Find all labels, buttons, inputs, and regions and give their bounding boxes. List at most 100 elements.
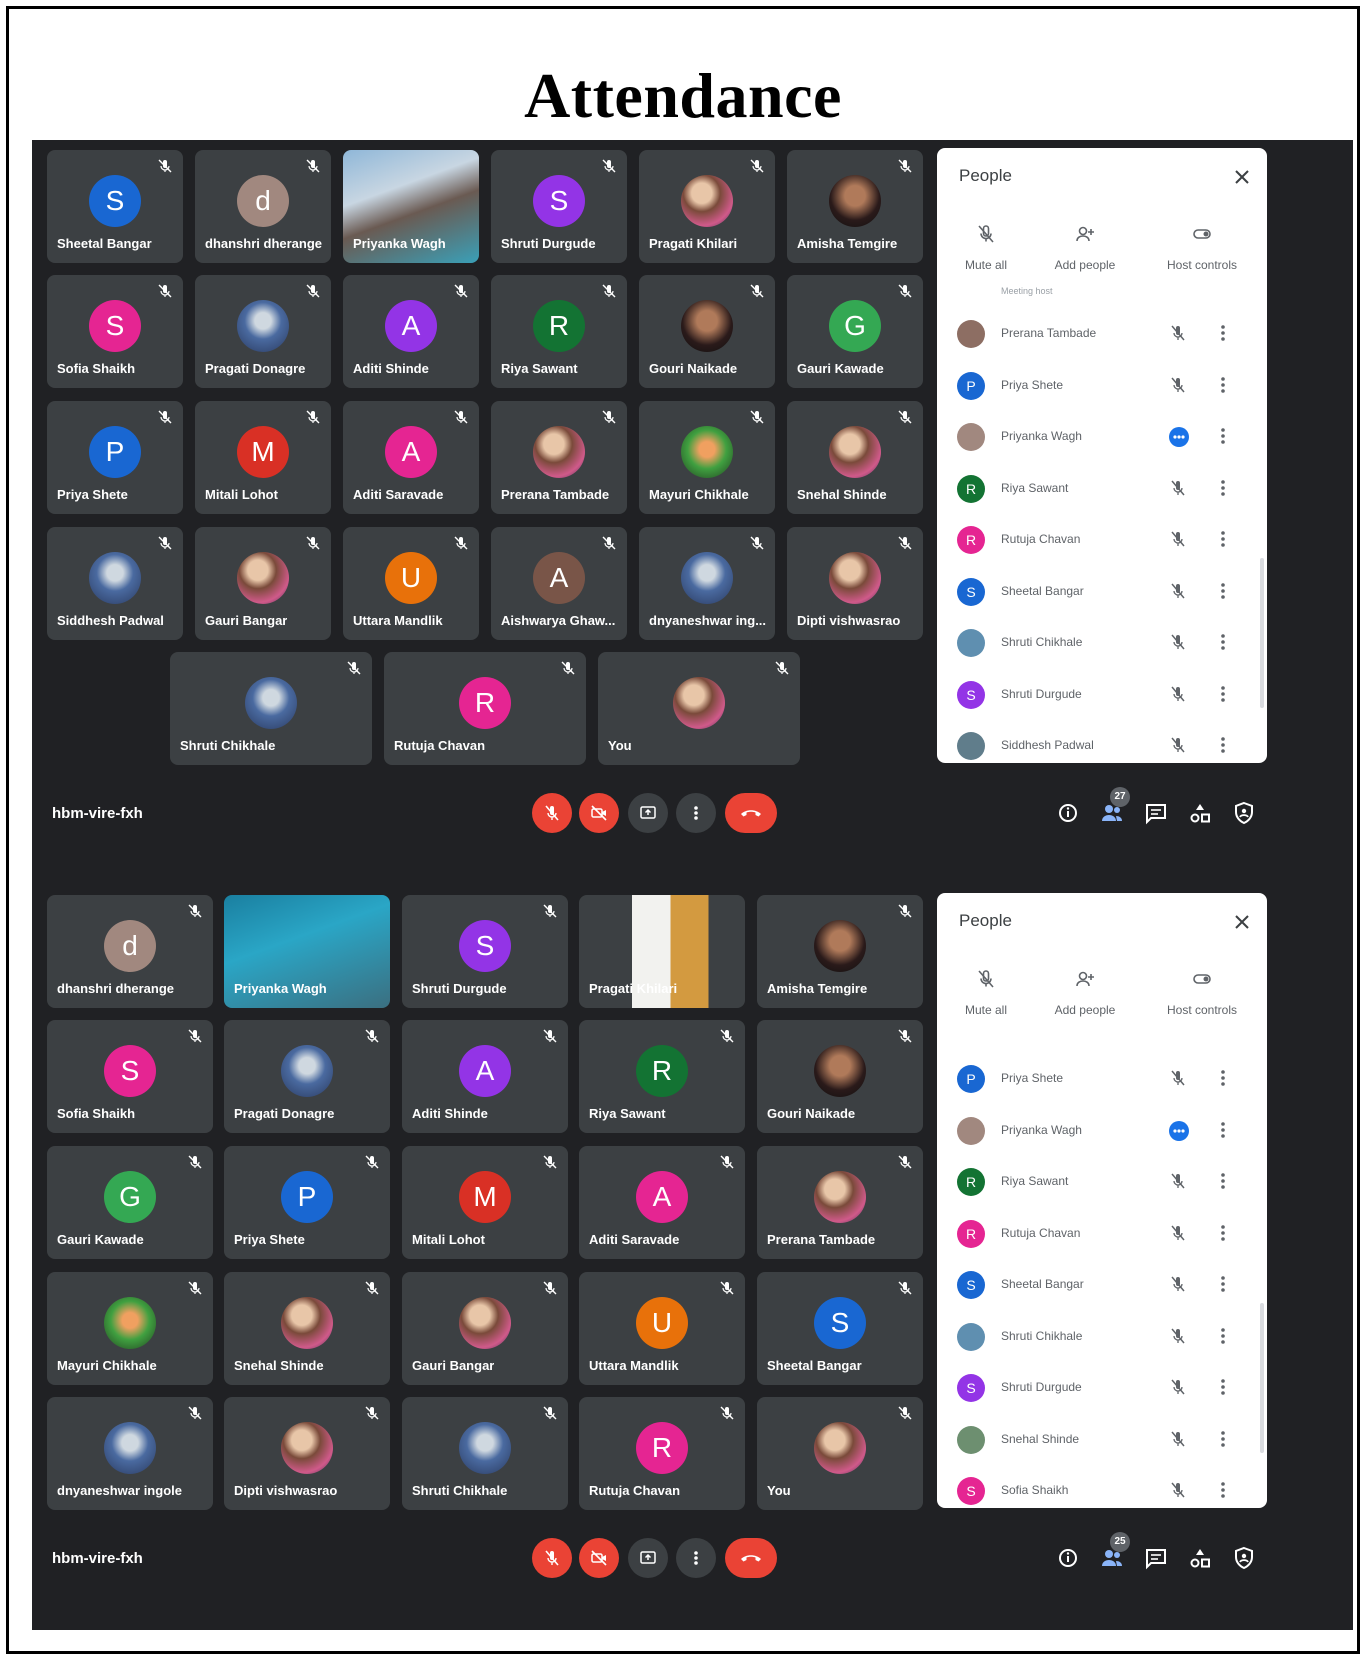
participant-tile[interactable]: Pragati Khilari (579, 895, 745, 1008)
mic-toggle-button[interactable] (532, 793, 572, 833)
participant-tile[interactable]: A Aditi Saravade (343, 401, 479, 514)
activities-icon[interactable] (1186, 1544, 1214, 1572)
participant-list-item[interactable]: S Sheetal Bangar (937, 1259, 1267, 1309)
participant-list-item[interactable]: R Riya Sawant (937, 463, 1267, 513)
participant-list-item[interactable]: S Sofia Shaikh (937, 1465, 1267, 1508)
leave-call-button[interactable] (725, 793, 777, 833)
more-options-icon[interactable] (1220, 1068, 1226, 1088)
more-options-icon[interactable] (1220, 1480, 1226, 1500)
participant-tile[interactable]: Prerana Tambade (491, 401, 627, 514)
participant-tile[interactable]: M Mitali Lohot (195, 401, 331, 514)
participant-tile[interactable]: R Riya Sawant (491, 275, 627, 388)
participant-list-item[interactable]: R Rutuja Chavan (937, 1208, 1267, 1258)
more-options-icon[interactable] (1220, 1377, 1226, 1397)
participant-tile[interactable]: Pragati Khilari (639, 150, 775, 263)
participant-tile[interactable]: Siddhesh Padwal (47, 527, 183, 640)
participant-tile[interactable]: You (757, 1397, 923, 1510)
participant-list-item[interactable]: Prerana Tambade (937, 308, 1267, 358)
participant-tile[interactable]: S Sheetal Bangar (47, 150, 183, 263)
participant-tile[interactable]: S Sofia Shaikh (47, 275, 183, 388)
info-icon[interactable] (1054, 799, 1082, 827)
participant-list-item[interactable]: Shruti Chikhale (937, 1311, 1267, 1361)
participant-tile[interactable]: G Gauri Kawade (47, 1146, 213, 1259)
participant-tile[interactable]: U Uttara Mandlik (343, 527, 479, 640)
more-options-icon[interactable] (1220, 735, 1226, 755)
people-icon[interactable]: 27 (1098, 787, 1130, 827)
participant-tile[interactable]: Gouri Naikade (757, 1020, 923, 1133)
participant-tile[interactable]: dnyaneshwar ingole (47, 1397, 213, 1510)
participant-tile[interactable]: Dipti vishwasrao (787, 527, 923, 640)
participant-tile[interactable]: Prerana Tambade (757, 1146, 923, 1259)
chat-icon[interactable] (1142, 1544, 1170, 1572)
participant-list-item[interactable]: S Sheetal Bangar (937, 566, 1267, 616)
participant-tile[interactable]: S Shruti Durgude (491, 150, 627, 263)
more-options-icon[interactable] (1220, 632, 1226, 652)
participant-tile[interactable]: U Uttara Mandlik (579, 1272, 745, 1385)
chat-icon[interactable] (1142, 799, 1170, 827)
participant-tile[interactable]: M Mitali Lohot (402, 1146, 568, 1259)
participant-tile[interactable]: A Aditi Shinde (402, 1020, 568, 1133)
participant-tile[interactable]: A Aditi Saravade (579, 1146, 745, 1259)
participant-tile[interactable]: R Riya Sawant (579, 1020, 745, 1133)
participant-tile[interactable]: Gauri Bangar (402, 1272, 568, 1385)
info-icon[interactable] (1054, 1544, 1082, 1572)
participant-tile[interactable]: P Priya Shete (47, 401, 183, 514)
participant-tile[interactable]: dnyaneshwar ing... (639, 527, 775, 640)
participant-tile[interactable]: Snehal Shinde (787, 401, 923, 514)
participant-list-item[interactable]: Snehal Shinde (937, 1414, 1267, 1464)
host-controls-button[interactable]: Host controls (1147, 223, 1257, 272)
participant-tile[interactable]: G Gauri Kawade (787, 275, 923, 388)
participant-list-item[interactable]: S Shruti Durgude (937, 1362, 1267, 1412)
participant-tile[interactable]: Mayuri Chikhale (47, 1272, 213, 1385)
camera-toggle-button[interactable] (579, 1538, 619, 1578)
more-options-icon[interactable] (1220, 1171, 1226, 1191)
host-controls-icon[interactable] (1230, 1544, 1258, 1572)
add-people-button[interactable]: Add people (1030, 968, 1140, 1017)
scrollbar[interactable] (1260, 558, 1264, 708)
more-options-icon[interactable] (1220, 1274, 1226, 1294)
participant-tile[interactable]: Snehal Shinde (224, 1272, 390, 1385)
close-icon[interactable] (1231, 911, 1253, 933)
participant-tile[interactable]: A Aditi Shinde (343, 275, 479, 388)
participant-tile[interactable]: R Rutuja Chavan (579, 1397, 745, 1510)
participant-tile[interactable]: S Sheetal Bangar (757, 1272, 923, 1385)
more-options-button[interactable] (676, 1538, 716, 1578)
participant-tile[interactable]: A Aishwarya Ghaw... (491, 527, 627, 640)
participant-tile[interactable]: Amisha Temgire (757, 895, 923, 1008)
participant-tile[interactable]: Mayuri Chikhale (639, 401, 775, 514)
participant-tile[interactable]: Shruti Chikhale (402, 1397, 568, 1510)
mute-all-button[interactable]: Mute all (937, 223, 1041, 272)
more-options-icon[interactable] (1220, 1429, 1226, 1449)
participant-list-item[interactable]: Shruti Chikhale (937, 617, 1267, 667)
participant-list-item[interactable]: Priyanka Wagh (937, 411, 1267, 461)
participant-list-item[interactable]: P Priya Shete (937, 1053, 1267, 1103)
participant-tile[interactable]: d dhanshri dherange (195, 150, 331, 263)
more-options-icon[interactable] (1220, 375, 1226, 395)
participant-tile[interactable]: Dipti vishwasrao (224, 1397, 390, 1510)
activities-icon[interactable] (1186, 799, 1214, 827)
leave-call-button[interactable] (725, 1538, 777, 1578)
more-options-icon[interactable] (1220, 1223, 1226, 1243)
participant-list-item[interactable]: P Priya Shete (937, 360, 1267, 410)
participant-tile[interactable]: Pragati Donagre (224, 1020, 390, 1133)
mute-all-button[interactable]: Mute all (937, 968, 1041, 1017)
participant-tile[interactable]: S Sofia Shaikh (47, 1020, 213, 1133)
participant-tile[interactable]: Gauri Bangar (195, 527, 331, 640)
mic-toggle-button[interactable] (532, 1538, 572, 1578)
participant-tile[interactable]: S Shruti Durgude (402, 895, 568, 1008)
close-icon[interactable] (1231, 166, 1253, 188)
participant-tile[interactable]: R Rutuja Chavan (384, 652, 586, 765)
more-options-icon[interactable] (1220, 478, 1226, 498)
host-controls-button[interactable]: Host controls (1147, 968, 1257, 1017)
participant-tile[interactable]: P Priya Shete (224, 1146, 390, 1259)
participant-tile[interactable]: d dhanshri dherange (47, 895, 213, 1008)
host-controls-icon[interactable] (1230, 799, 1258, 827)
more-options-icon[interactable] (1220, 581, 1226, 601)
participant-list-item[interactable]: Siddhesh Padwal (937, 720, 1267, 763)
more-options-icon[interactable] (1220, 1326, 1226, 1346)
participant-tile[interactable]: Shruti Chikhale (170, 652, 372, 765)
more-options-icon[interactable] (1220, 529, 1226, 549)
more-options-icon[interactable] (1220, 426, 1226, 446)
participant-tile[interactable]: Priyanka Wagh (343, 150, 479, 263)
present-screen-button[interactable] (628, 1538, 668, 1578)
